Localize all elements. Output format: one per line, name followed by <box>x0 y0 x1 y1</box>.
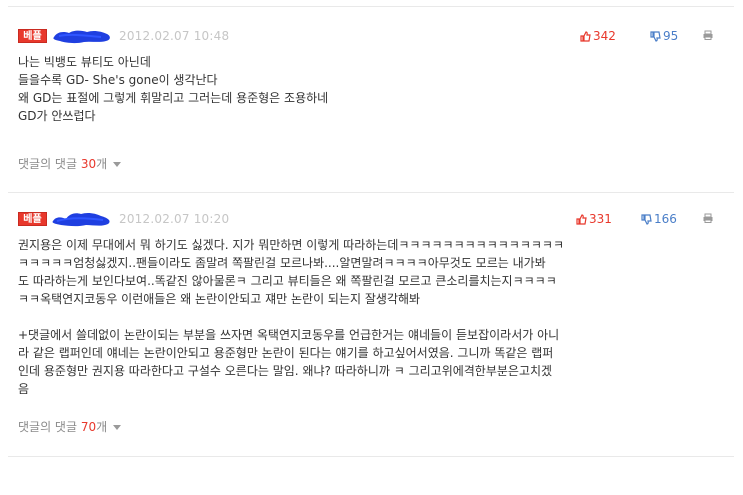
reply-toggle[interactable]: 댓글의 댓글 30개 <box>18 157 121 171</box>
comment-header: 베플 2012.02.07 10:48 342 95 <box>18 27 724 45</box>
comment-line: ㅋㅋㅋㅋㅋ엄청싫겠지..팬들이라도 좀말려 쪽팔린걸 모르나봐....알면말려ㅋ… <box>18 256 546 270</box>
oppose-count: 95 <box>663 29 679 43</box>
nickname-scribble <box>53 30 110 44</box>
recommend-count: 342 <box>593 29 616 43</box>
comment-line <box>18 308 718 326</box>
comment-line: 권지용은 이제 무대에서 뭐 하기도 싫겠다. 지가 뭐만하면 이렇게 따라하는… <box>18 238 564 252</box>
comment-timestamp: 2012.02.07 10:48 <box>119 29 230 43</box>
nickname-scribble <box>52 212 110 227</box>
comment-line: 인데 용준형만 권지용 따라한다고 구설수 오른다는 말임. 왜냐? 따라하니까… <box>18 364 553 378</box>
reply-unit: 개 <box>96 157 108 171</box>
reply-label: 댓글의 댓글 <box>18 420 78 434</box>
comment-line: 들을수록 GD- She's gone이 생각난다 <box>18 73 218 87</box>
reply-unit: 개 <box>96 420 108 434</box>
oppose-button[interactable]: 95 <box>650 29 678 43</box>
reply-toggle[interactable]: 댓글의 댓글 70개 <box>18 420 121 434</box>
recommend-count: 331 <box>589 212 612 226</box>
comment-line: GD가 안쓰럽다 <box>18 109 96 123</box>
comment-divider <box>8 456 734 457</box>
chevron-down-icon <box>113 425 121 430</box>
comment-line: 도 따라하는게 보인다보여..똑같진 않아물론ㅋ 그리고 뷰티들은 왜 쪽팔린걸… <box>18 274 557 288</box>
comment-text: 나는 빅뱅도 뷰티도 아닌데 들을수록 GD- She's gone이 생각난다… <box>18 53 718 125</box>
comment-line: 라 같은 랩퍼인데 얘네는 논란이안되고 용준형만 논란이 된다는 얘기를 하고… <box>18 346 554 360</box>
thumbs-up-icon <box>580 31 591 42</box>
comment-text: 권지용은 이제 무대에서 뭐 하기도 싫겠다. 지가 뭐만하면 이렇게 따라하는… <box>18 236 718 398</box>
print-icon[interactable] <box>703 213 713 223</box>
best-badge: 베플 <box>18 212 47 226</box>
recommend-button[interactable]: 331 <box>576 212 612 226</box>
recommend-button[interactable]: 342 <box>580 29 616 43</box>
thumbs-down-icon <box>641 214 652 225</box>
comment-header: 베플 2012.02.07 10:20 331 166 <box>18 210 724 228</box>
comment-line: 나는 빅뱅도 뷰티도 아닌데 <box>18 55 151 69</box>
reply-label: 댓글의 댓글 <box>18 157 78 171</box>
reply-count: 30 <box>80 157 97 171</box>
top-divider <box>8 6 734 7</box>
comment-line: +댓글에서 쓸데없이 논란이되는 부분을 쓰자면 옥택연지코동우를 언급한거는 … <box>18 328 560 342</box>
comment-line: 왜 GD는 표절에 그렇게 휘말리고 그러는데 용준형은 조용하네 <box>18 91 329 105</box>
thumbs-down-icon <box>650 31 661 42</box>
comment-line: 음 <box>18 382 30 396</box>
oppose-count: 166 <box>654 212 677 226</box>
comment-divider <box>8 192 734 193</box>
comment-line: ㅋㅋ옥택연지코동우 이런애들은 왜 논란이안되고 쟤만 논란이 되는지 잘생각해… <box>18 292 421 306</box>
reply-count: 70 <box>80 420 97 434</box>
chevron-down-icon <box>113 162 121 167</box>
comment-timestamp: 2012.02.07 10:20 <box>119 212 230 226</box>
thumbs-up-icon <box>576 214 587 225</box>
best-badge: 베플 <box>18 29 47 43</box>
print-icon[interactable] <box>703 30 713 40</box>
oppose-button[interactable]: 166 <box>641 212 677 226</box>
